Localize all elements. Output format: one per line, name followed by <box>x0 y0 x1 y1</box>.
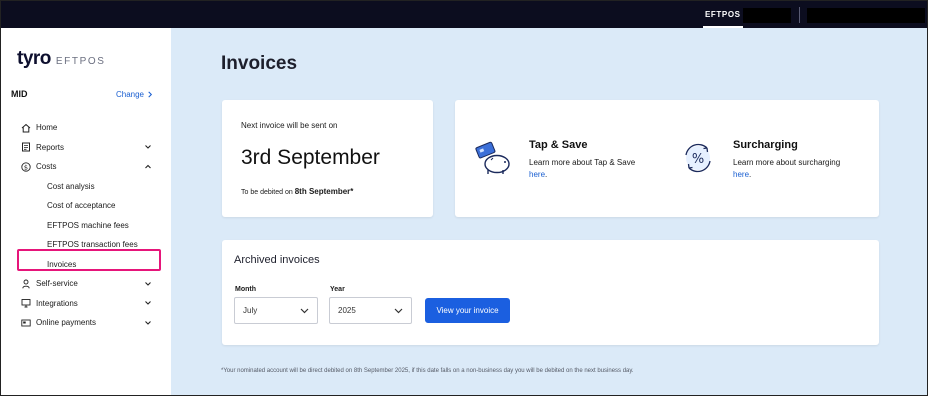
sidebar-item-cost-analysis[interactable]: Cost analysis <box>1 177 171 197</box>
sidebar-item-label: Online payments <box>36 318 97 328</box>
redacted-block <box>807 8 925 23</box>
sidebar-item-self-service[interactable]: Self-service <box>1 274 171 294</box>
sidebar-item-label: EFTPOS transaction fees <box>47 240 138 250</box>
surcharging-link[interactable]: here <box>733 170 749 179</box>
sidebar-item-home[interactable]: Home <box>1 118 171 138</box>
chevron-up-icon <box>145 164 151 169</box>
logo-wordmark: tyro <box>17 48 51 69</box>
archived-invoices-card: Archived invoices Month July Year 2025 V… <box>222 240 879 345</box>
sidebar: tyro EFTPOS MID Change Home Reports $ Co… <box>1 28 171 395</box>
app-window: EFTPOS tyro EFTPOS MID Change Home Repor… <box>0 0 928 396</box>
sidebar-item-costs[interactable]: $ Costs <box>1 157 171 177</box>
chevron-down-icon <box>300 308 309 314</box>
reports-icon <box>21 142 31 152</box>
svg-text:%: % <box>692 152 704 167</box>
next-invoice-date: 3rd September <box>241 146 380 169</box>
change-mid-link[interactable]: Change <box>116 90 153 99</box>
surcharging-promo: % Surcharging Learn more about surchargi… <box>677 136 867 186</box>
debit-info: To be debited on 8th September* <box>241 187 353 196</box>
debit-date: 8th September* <box>294 187 354 196</box>
year-label: Year <box>330 286 345 293</box>
sidebar-item-label: Reports <box>36 142 65 152</box>
top-navigation-bar: EFTPOS <box>1 1 927 28</box>
dollar-icon: $ <box>21 162 31 172</box>
sidebar-item-label: Costs <box>36 162 57 172</box>
chevron-down-icon <box>145 320 151 325</box>
promo-title: Tap & Save <box>529 139 588 151</box>
footnote: *Your nominated account will be direct d… <box>221 368 634 374</box>
sidebar-item-online-payments[interactable]: Online payments <box>1 313 171 333</box>
change-label: Change <box>115 89 144 99</box>
sidebar-item-cost-of-acceptance[interactable]: Cost of acceptance <box>1 196 171 216</box>
page-title: Invoices <box>221 53 298 74</box>
archived-invoices-title: Archived invoices <box>234 254 320 266</box>
next-invoice-card: Next invoice will be sent on 3rd Septemb… <box>222 100 433 217</box>
percent-cycle-icon: % <box>685 143 711 173</box>
mid-label: MID <box>11 89 28 99</box>
logo-subtitle: EFTPOS <box>55 56 106 67</box>
chevron-right-icon <box>148 91 153 97</box>
main-content: Invoices Next invoice will be sent on 3r… <box>171 28 927 395</box>
chevron-down-icon <box>145 281 151 286</box>
redacted-block <box>743 8 791 23</box>
card-icon <box>21 318 31 328</box>
home-icon <box>21 123 31 133</box>
sidebar-item-label: Cost analysis <box>47 181 95 191</box>
sidebar-item-label: Invoices <box>47 259 77 269</box>
view-invoice-button[interactable]: View your invoice <box>425 298 510 323</box>
tyro-logo[interactable]: tyro EFTPOS <box>17 48 106 70</box>
sidebar-item-label: Home <box>36 123 58 133</box>
month-label: Month <box>235 286 256 293</box>
promo-title: Surcharging <box>733 139 798 151</box>
sidebar-item-label: EFTPOS machine fees <box>47 220 129 230</box>
next-invoice-intro: Next invoice will be sent on <box>241 121 338 130</box>
piggy-bank-card-icon <box>475 141 510 174</box>
chevron-down-icon <box>394 308 403 314</box>
sidebar-item-label: Cost of acceptance <box>47 201 116 211</box>
sidebar-item-reports[interactable]: Reports <box>1 138 171 158</box>
divider <box>799 7 800 23</box>
svg-text:$: $ <box>24 163 28 171</box>
promo-description: Learn more about surcharging <box>733 158 841 167</box>
tap-and-save-promo: Tap & Save Learn more about Tap & Save h… <box>473 136 663 186</box>
year-select[interactable]: 2025 <box>329 297 412 324</box>
promo-description: Learn more about Tap & Save <box>529 158 636 167</box>
tab-eftpos[interactable]: EFTPOS <box>701 1 745 28</box>
mid-row: MID Change <box>11 89 153 99</box>
monitor-icon <box>21 298 31 308</box>
person-icon <box>21 279 31 289</box>
chevron-down-icon <box>145 145 151 150</box>
sidebar-item-eftpos-transaction-fees[interactable]: EFTPOS transaction fees <box>1 235 171 255</box>
debit-prefix: To be debited on <box>241 189 293 196</box>
tap-and-save-link[interactable]: here <box>529 170 545 179</box>
sidebar-item-label: Integrations <box>36 298 78 308</box>
year-value: 2025 <box>338 306 356 315</box>
sidebar-nav: Home Reports $ Costs Cost analysis Cost … <box>1 118 171 333</box>
surcharging-link-row: here. <box>733 170 752 179</box>
month-value: July <box>243 306 258 315</box>
sidebar-item-integrations[interactable]: Integrations <box>1 294 171 314</box>
month-select[interactable]: July <box>234 297 318 324</box>
chevron-down-icon <box>145 301 151 306</box>
sidebar-item-label: Self-service <box>36 279 78 289</box>
tap-and-save-link-row: here. <box>529 170 548 179</box>
sidebar-item-eftpos-machine-fees[interactable]: EFTPOS machine fees <box>1 216 171 236</box>
promo-card: Tap & Save Learn more about Tap & Save h… <box>455 100 879 217</box>
sidebar-item-invoices[interactable]: Invoices <box>1 255 171 275</box>
